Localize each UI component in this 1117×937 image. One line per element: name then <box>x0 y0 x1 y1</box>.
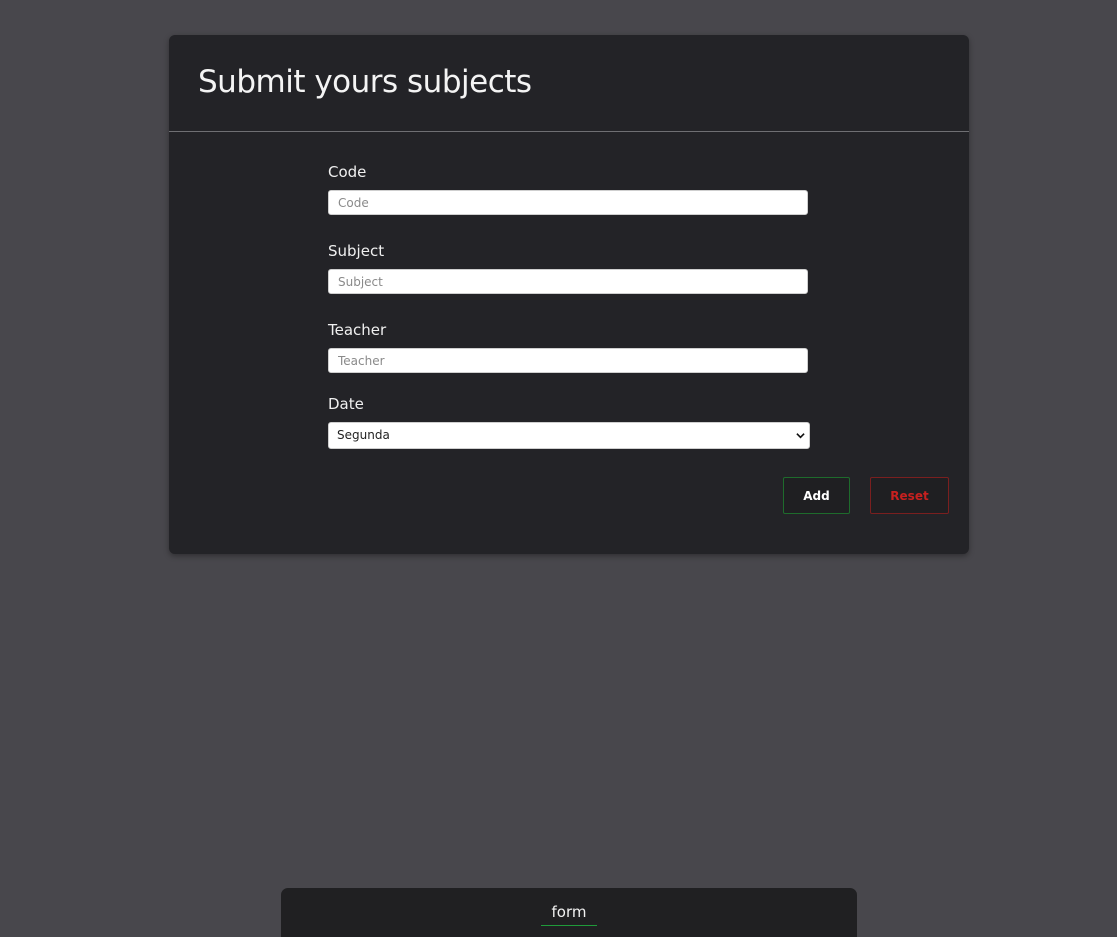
add-button[interactable]: Add <box>783 477 850 514</box>
chevron-down-icon <box>796 433 805 439</box>
reset-button-label: Reset <box>890 488 929 503</box>
tab-form[interactable]: form <box>541 903 597 926</box>
date-select-value: Segunda <box>337 428 390 442</box>
subject-form-card: Submit yours subjects Code Subject Teach… <box>169 35 969 554</box>
code-input[interactable] <box>328 190 808 215</box>
teacher-label: Teacher <box>328 321 387 339</box>
page-title: Submit yours subjects <box>198 64 532 100</box>
add-button-label: Add <box>803 488 830 503</box>
subject-input[interactable] <box>328 269 808 294</box>
reset-button[interactable]: Reset <box>870 477 949 514</box>
subject-label: Subject <box>328 242 385 260</box>
code-label: Code <box>328 163 367 181</box>
bottom-nav: form <box>281 888 857 937</box>
date-select[interactable]: Segunda <box>328 422 810 449</box>
subject-form: Code Subject Teacher Date Segunda <box>328 163 810 449</box>
date-label: Date <box>328 395 364 413</box>
teacher-input[interactable] <box>328 348 808 373</box>
card-header: Submit yours subjects <box>169 35 969 132</box>
